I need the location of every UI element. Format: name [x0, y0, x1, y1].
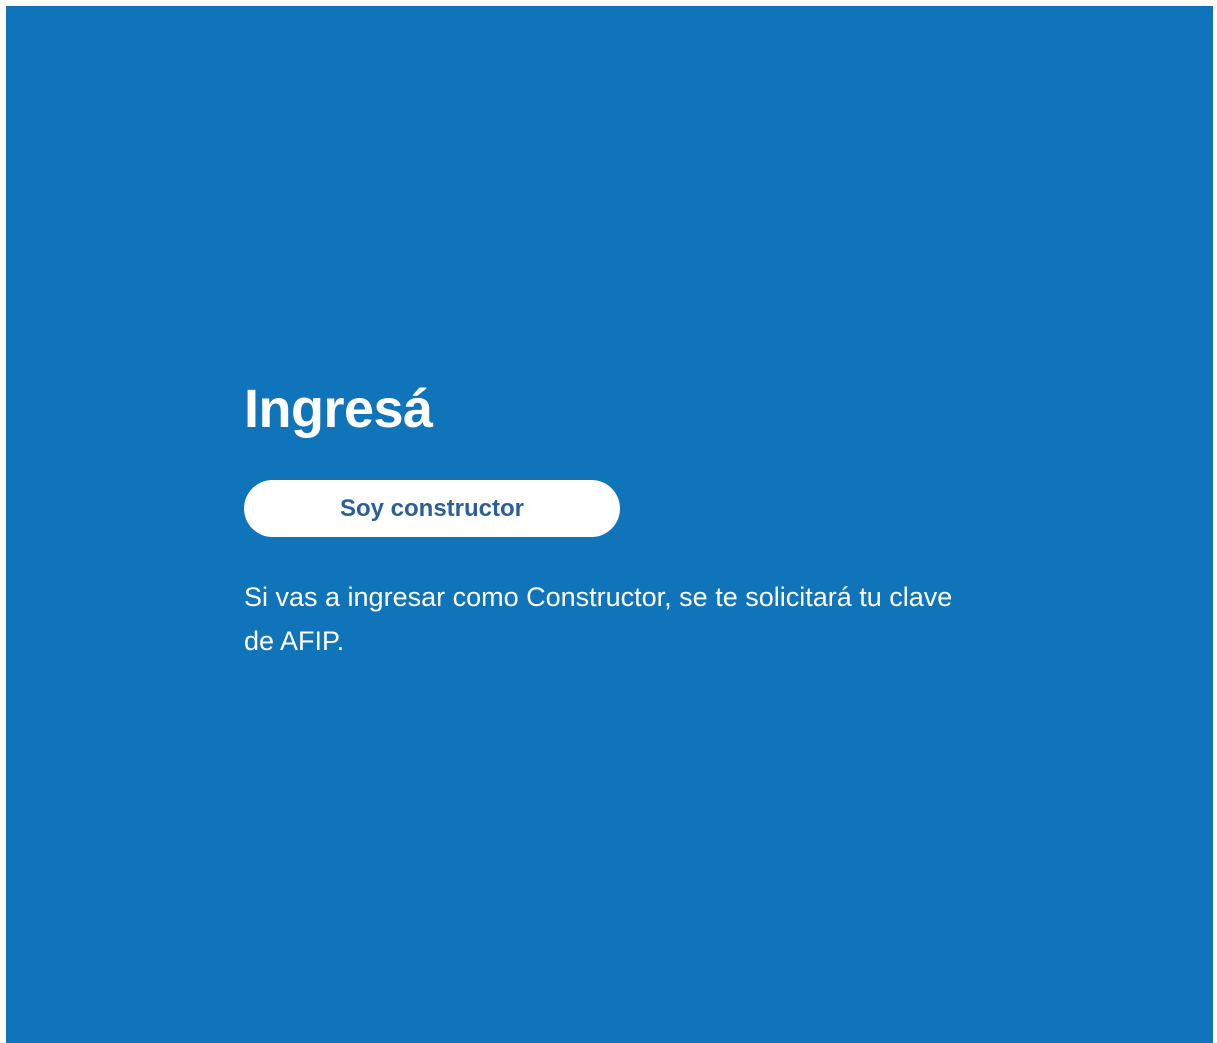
page-title: Ingresá [244, 379, 433, 439]
soy-constructor-button[interactable]: Soy constructor [244, 480, 620, 537]
login-panel: Ingresá Soy constructor Si vas a ingresa… [6, 6, 1213, 1043]
login-content: Ingresá Soy constructor Si vas a ingresa… [244, 378, 1004, 663]
login-help-text: Si vas a ingresar como Constructor, se t… [244, 582, 953, 656]
